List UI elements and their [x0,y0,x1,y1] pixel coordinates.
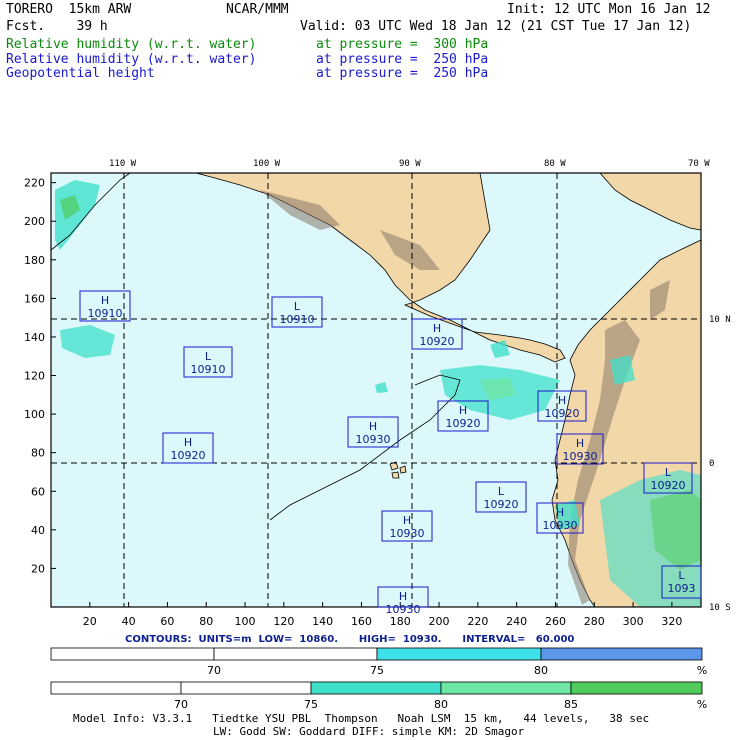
colorbar-segment [376,647,542,661]
colorbar-segment [213,647,378,661]
x-tick-label: 320 [661,615,682,628]
center-value: 10920 [420,335,455,348]
center-letter: L [665,466,672,479]
center-value: 1093 [668,582,696,595]
x-tick-label: 260 [545,615,566,628]
colorbar-segment [50,647,215,661]
center-letter: H [403,514,411,527]
x-tick-label: 240 [506,615,527,628]
x-tick-label: 220 [467,615,488,628]
center-letter: L [205,350,212,363]
center-letter: H [576,437,584,450]
center-letter: H [399,590,407,603]
model-info-line1: Model Info: V3.3.1 Tiedtke YSU PBL Thomp… [73,712,650,725]
center-letter: H [558,394,566,407]
x-tick-label: 120 [273,615,294,628]
lon-label-100w: 100 W [253,159,281,169]
center-value: 10920 [651,479,686,492]
colorbar-segment [440,681,572,695]
x-tick-label: 140 [312,615,333,628]
x-tick-label: 280 [584,615,605,628]
x-tick-label: 20 [83,615,97,628]
center-value: 10910 [191,363,226,376]
center-value: 10930 [543,519,578,532]
colorbar-label: 80 [434,698,448,711]
y-tick-label: 40 [31,524,45,537]
center-value: 10930 [563,450,598,463]
center-value: 10920 [446,417,481,430]
center-letter: L [678,569,685,582]
y-tick-label: 20 [31,562,45,575]
center-value: 10910 [280,313,315,326]
center-value: 10920 [545,407,580,420]
x-tick-label: 40 [122,615,136,628]
center-letter: H [101,294,109,307]
colorbar-segment [540,647,703,661]
model-info-line2: LW: Godd SW: Goddard DIFF: simple KM: 2D… [213,725,525,738]
center-value: 10930 [386,603,421,616]
colorbar-label: 70 [174,698,188,711]
center-letter: L [498,485,505,498]
y-tick-label: 200 [24,215,45,228]
center-letter: H [459,404,467,417]
colorbar-label: 80 [534,664,548,677]
y-tick-label: 220 [24,177,45,190]
colorbar-segment [50,681,182,695]
x-tick-label: 60 [160,615,174,628]
colorbar-250hpa: 70 75 80% [50,647,707,677]
y-tick-label: 180 [24,254,45,267]
center-letter: H [369,420,377,433]
x-tick-label: 200 [429,615,450,628]
y-tick-label: 120 [24,370,45,383]
lat-label-10n: 10 N [709,315,731,325]
center-letter: L [294,300,301,313]
weather-map: 110 W 100 W 90 W 80 W 70 W 10 N 0 10 S 2… [24,159,731,711]
y-tick-label: 140 [24,331,45,344]
colorbar-label: 75 [370,664,384,677]
lon-label-70w: 70 W [688,159,710,169]
center-letter: H [184,436,192,449]
lat-labels: 10 N 0 10 S [709,315,731,613]
lon-label-90w: 90 W [399,159,421,169]
colorbar-label: 75 [304,698,318,711]
lat-label-0: 0 [709,459,714,469]
colorbar-segment [570,681,703,695]
y-tick-label: 80 [31,447,45,460]
x-tick-label: 160 [351,615,372,628]
lon-labels: 110 W 100 W 90 W 80 W 70 W [109,159,710,169]
colorbar-label: 70 [207,664,221,677]
y-tick-label: 160 [24,292,45,305]
colorbar-segment [310,681,442,695]
colorbar-300hpa: 70 75 80 85% [50,681,707,711]
contours-info: CONTOURS: UNITS=m LOW= 10860. HIGH= 1093… [125,634,575,645]
lon-label-80w: 80 W [544,159,566,169]
center-value: 10920 [171,449,206,462]
center-value: 10920 [484,498,519,511]
y-tick-label: 60 [31,485,45,498]
colorbar-label: % [697,698,707,711]
center-letter: H [556,506,564,519]
x-tick-label: 180 [390,615,411,628]
center-letter: H [433,322,441,335]
center-value: 10910 [88,307,123,320]
x-tick-label: 80 [199,615,213,628]
x-tick-label: 100 [235,615,256,628]
center-value: 10930 [390,527,425,540]
colorbar-label: 85 [564,698,578,711]
center-value: 10930 [356,433,391,446]
x-tick-label: 300 [623,615,644,628]
lat-label-10s: 10 S [709,603,731,613]
colorbar-segment [180,681,312,695]
y-tick-label: 100 [24,408,45,421]
colorbar-label: % [697,664,707,677]
lon-label-110w: 110 W [109,159,137,169]
